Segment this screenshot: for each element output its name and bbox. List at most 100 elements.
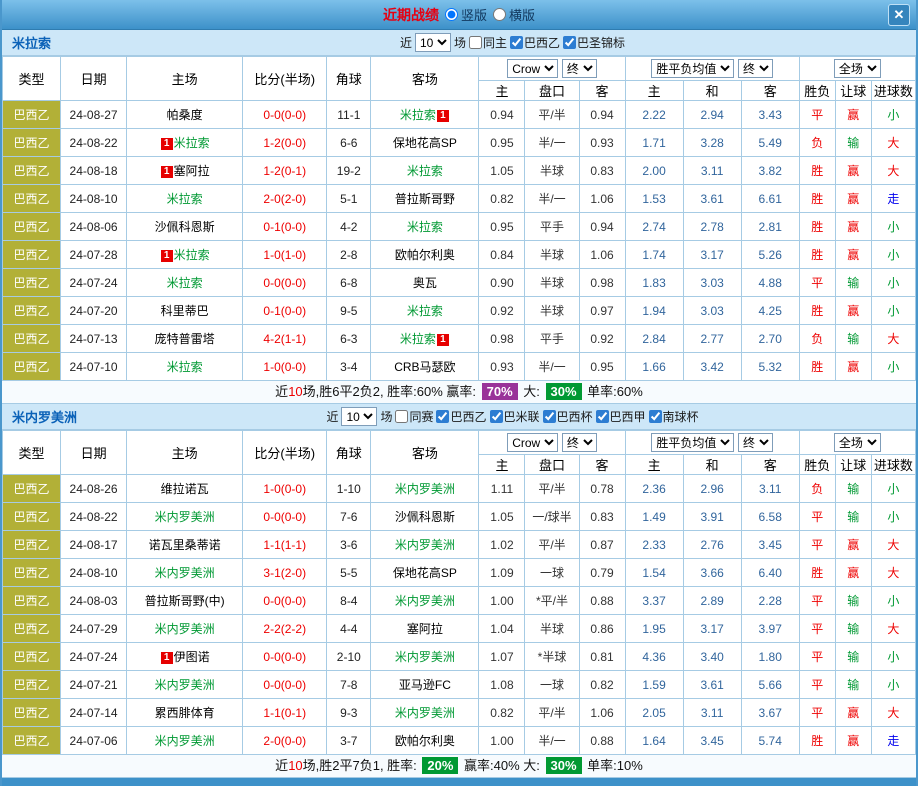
- odds-state-select[interactable]: 终: [562, 433, 597, 452]
- close-button[interactable]: ✕: [888, 4, 910, 26]
- avg-state-select[interactable]: 终: [738, 433, 773, 452]
- league-checkbox[interactable]: [395, 410, 408, 423]
- handicap-result-cell: 赢: [835, 297, 871, 325]
- odds-source-select[interactable]: Crow: [507, 433, 558, 452]
- avg-odds-cell: 1.71: [625, 129, 683, 157]
- league-checkbox[interactable]: [436, 410, 449, 423]
- team-name-text: 塞阿拉: [174, 164, 210, 178]
- games-count-select[interactable]: 10: [415, 33, 451, 52]
- scope-select[interactable]: 全场: [834, 433, 881, 452]
- league-type-cell: 巴西乙: [3, 325, 61, 353]
- layout-horizontal-option[interactable]: 横版: [493, 5, 535, 24]
- bottom-bar: [2, 778, 916, 786]
- league-checkbox[interactable]: [596, 410, 609, 423]
- col-home: 主场: [127, 57, 243, 101]
- league-checkbox[interactable]: [490, 410, 503, 423]
- summary-segment: 近: [275, 384, 288, 399]
- league-filter[interactable]: 巴圣锦标: [563, 34, 625, 51]
- avg-state-select[interactable]: 终: [738, 59, 773, 78]
- layout-vertical-radio[interactable]: [445, 8, 458, 21]
- corner-cell: 5-5: [327, 559, 371, 587]
- team-name-text: 米拉索: [167, 276, 203, 290]
- date-cell: 24-08-03: [61, 587, 127, 615]
- handicap-cell: 一球: [525, 559, 579, 587]
- date-cell: 24-07-24: [61, 643, 127, 671]
- goals-result-cell: 小: [871, 269, 915, 297]
- home-team-cell: 米拉索: [127, 269, 243, 297]
- summary-segment: 30%: [546, 383, 582, 400]
- league-filter[interactable]: 南球杯: [649, 408, 699, 425]
- avg-filter-cell: 胜平负均值 终: [625, 431, 799, 455]
- section-header: 米拉索 近 10 场 同主巴西乙巴圣锦标: [2, 30, 916, 56]
- handicap-result-cell: 赢: [835, 353, 871, 381]
- col-avg-draw: 和: [683, 455, 741, 475]
- scope-select[interactable]: 全场: [834, 59, 881, 78]
- away-odds-cell: 0.94: [579, 213, 625, 241]
- odds-source-select[interactable]: Crow: [507, 59, 558, 78]
- avg-odds-cell: 3.45: [683, 727, 741, 755]
- date-cell: 24-07-13: [61, 325, 127, 353]
- league-type-cell: 巴西乙: [3, 559, 61, 587]
- team-name-text: 米拉索: [407, 304, 443, 318]
- team-name-text: 庞特普雷塔: [155, 332, 215, 346]
- avg-odds-cell: 4.25: [741, 297, 799, 325]
- wdl-result-cell: 负: [799, 129, 835, 157]
- home-odds-cell: 1.08: [479, 671, 525, 699]
- away-odds-cell: 0.88: [579, 587, 625, 615]
- handicap-cell: 半球: [525, 297, 579, 325]
- avg-odds-cell: 1.54: [625, 559, 683, 587]
- league-filter[interactable]: 巴西乙: [510, 34, 560, 51]
- avg-select[interactable]: 胜平负均值: [651, 59, 734, 78]
- date-cell: 24-07-20: [61, 297, 127, 325]
- league-filter[interactable]: 同主: [469, 34, 507, 51]
- title-bar: 近期战绩 竖版 横版 ✕: [2, 0, 916, 30]
- team-name-text: 诺瓦里桑蒂诺: [149, 538, 221, 552]
- avg-odds-cell: 2.28: [741, 587, 799, 615]
- team-name-text: 米拉索: [400, 332, 436, 346]
- avg-odds-cell: 1.49: [625, 503, 683, 531]
- score-cell: 0-0(0-0): [243, 643, 327, 671]
- league-filter[interactable]: 巴西乙: [436, 408, 486, 425]
- league-checkbox[interactable]: [543, 410, 556, 423]
- summary-segment: 30%: [546, 757, 582, 774]
- odds-state-select[interactable]: 终: [562, 59, 597, 78]
- league-filters: 同赛巴西乙巴米联巴西杯巴西甲南球杯: [395, 408, 701, 425]
- page-title: 近期战绩: [383, 5, 439, 25]
- league-checkbox[interactable]: [649, 410, 662, 423]
- avg-odds-cell: 2.22: [625, 101, 683, 129]
- match-row: 巴西乙24-07-281米拉索1-0(1-0)2-8欧帕尔利奥0.84半球1.0…: [3, 241, 916, 269]
- goals-result-cell: 大: [871, 615, 915, 643]
- home-team-cell: 米拉索: [127, 353, 243, 381]
- summary-segment: 近: [275, 758, 288, 773]
- match-row: 巴西乙24-07-21米内罗美洲0-0(0-0)7-8亚马逊FC1.08一球0.…: [3, 671, 916, 699]
- avg-odds-cell: 3.61: [683, 671, 741, 699]
- league-filter[interactable]: 巴西杯: [543, 408, 593, 425]
- home-odds-cell: 1.05: [479, 503, 525, 531]
- layout-horizontal-radio[interactable]: [493, 8, 506, 21]
- team-name-text: 米拉索: [407, 220, 443, 234]
- league-checkbox[interactable]: [510, 36, 523, 49]
- handicap-result-cell: 赢: [835, 559, 871, 587]
- col-odds-home: 主: [479, 81, 525, 101]
- matches-tbody: 巴西乙24-08-27帕桑度0-0(0-0)11-1米拉索10.94平/半0.9…: [3, 101, 916, 381]
- league-filter[interactable]: 同赛: [395, 408, 433, 425]
- home-odds-cell: 1.05: [479, 157, 525, 185]
- avg-select[interactable]: 胜平负均值: [651, 433, 734, 452]
- league-filter[interactable]: 巴西甲: [596, 408, 646, 425]
- league-filter[interactable]: 巴米联: [490, 408, 540, 425]
- layout-vertical-option[interactable]: 竖版: [445, 5, 487, 24]
- league-checkbox[interactable]: [469, 36, 482, 49]
- home-odds-cell: 0.98: [479, 325, 525, 353]
- col-wdl: 胜负: [799, 455, 835, 475]
- games-count-select[interactable]: 10: [341, 407, 377, 426]
- avg-odds-cell: 5.49: [741, 129, 799, 157]
- league-type-cell: 巴西乙: [3, 503, 61, 531]
- handicap-cell: 一球: [525, 671, 579, 699]
- handicap-result-cell: 输: [835, 325, 871, 353]
- league-checkbox-label: 巴西甲: [610, 408, 646, 425]
- league-type-cell: 巴西乙: [3, 241, 61, 269]
- home-odds-cell: 0.95: [479, 129, 525, 157]
- league-checkbox[interactable]: [563, 36, 576, 49]
- goals-result-cell: 大: [871, 325, 915, 353]
- goals-result-cell: 小: [871, 643, 915, 671]
